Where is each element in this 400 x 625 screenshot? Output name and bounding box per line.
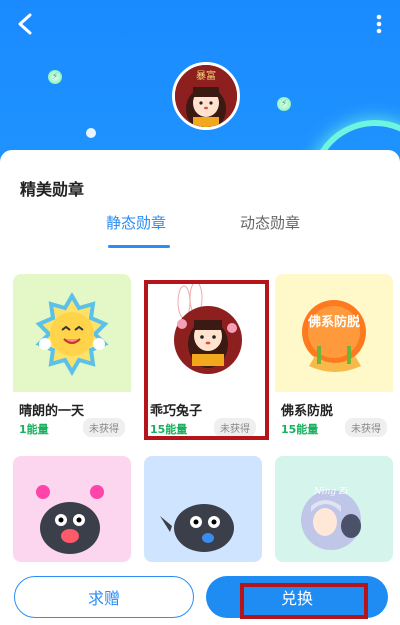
panel-title: 精美勋章 [20,180,85,199]
medal-image-area [13,456,131,562]
tab-dynamic-medals[interactable]: 动态勋章 [240,212,300,233]
medal-card-ninja[interactable]: Ning Zi [275,456,393,562]
anti-hair-loss-medal-icon: 佛系防脱 [302,300,366,372]
rabbit-girl-avatar-icon: 暴富 [175,65,237,127]
more-vertical-icon [376,14,382,34]
highlight-box-exchange-button [240,583,368,619]
medal-energy-cost: 1能量 [19,423,49,436]
medal-image-area: Ning Zi [275,456,393,562]
energy-bubble-icon: ⚡ [277,97,291,111]
medal-card-blue-crow[interactable] [144,456,262,562]
medal-info: 晴朗的一天 1能量 未获得 [13,392,131,442]
medal-info: 佛系防脱 15能量 未获得 [275,392,393,442]
medal-status-badge: 未获得 [345,418,387,437]
crow-face-icon [36,485,104,554]
medal-card-pink-crow[interactable] [13,456,131,562]
active-tab-indicator [108,245,170,248]
highlight-box-rabbit-card [144,280,269,440]
medal-image-area: 佛系防脱 [275,274,393,392]
back-button[interactable] [10,8,42,40]
medal-status-badge: 未获得 [83,418,125,437]
medal-image-area [144,456,262,562]
profile-header: ⚡ ⚡ 暴富 [0,0,400,170]
medal-energy-cost: 15能量 [281,423,319,436]
medal-card-anti-hair-loss[interactable]: 佛系防脱 佛系防脱 15能量 未获得 [275,274,393,442]
request-gift-button[interactable]: 求赠 [14,576,194,618]
ninja-character-icon: Ning Zi [301,487,361,550]
crow-icon [160,504,234,552]
medal-image-area [13,274,131,392]
medal-name: 佛系防脱 [281,404,334,419]
energy-bubble-icon: ⚡ [48,70,62,84]
medal-card-sunny-day[interactable]: 晴朗的一天 1能量 未获得 [13,274,131,442]
medal-name: 晴朗的一天 [19,404,85,419]
svg-text:佛系防脱: 佛系防脱 [307,314,360,330]
more-options-button[interactable] [368,8,390,40]
decor-bubble [86,128,96,138]
chevron-left-icon [18,13,32,35]
user-avatar[interactable]: 暴富 [172,62,240,130]
svg-text:暴富: 暴富 [196,69,216,82]
tab-static-medals[interactable]: 静态勋章 [106,212,166,233]
svg-text:Ning Zi: Ning Zi [313,487,348,497]
sun-face-icon [35,292,109,376]
